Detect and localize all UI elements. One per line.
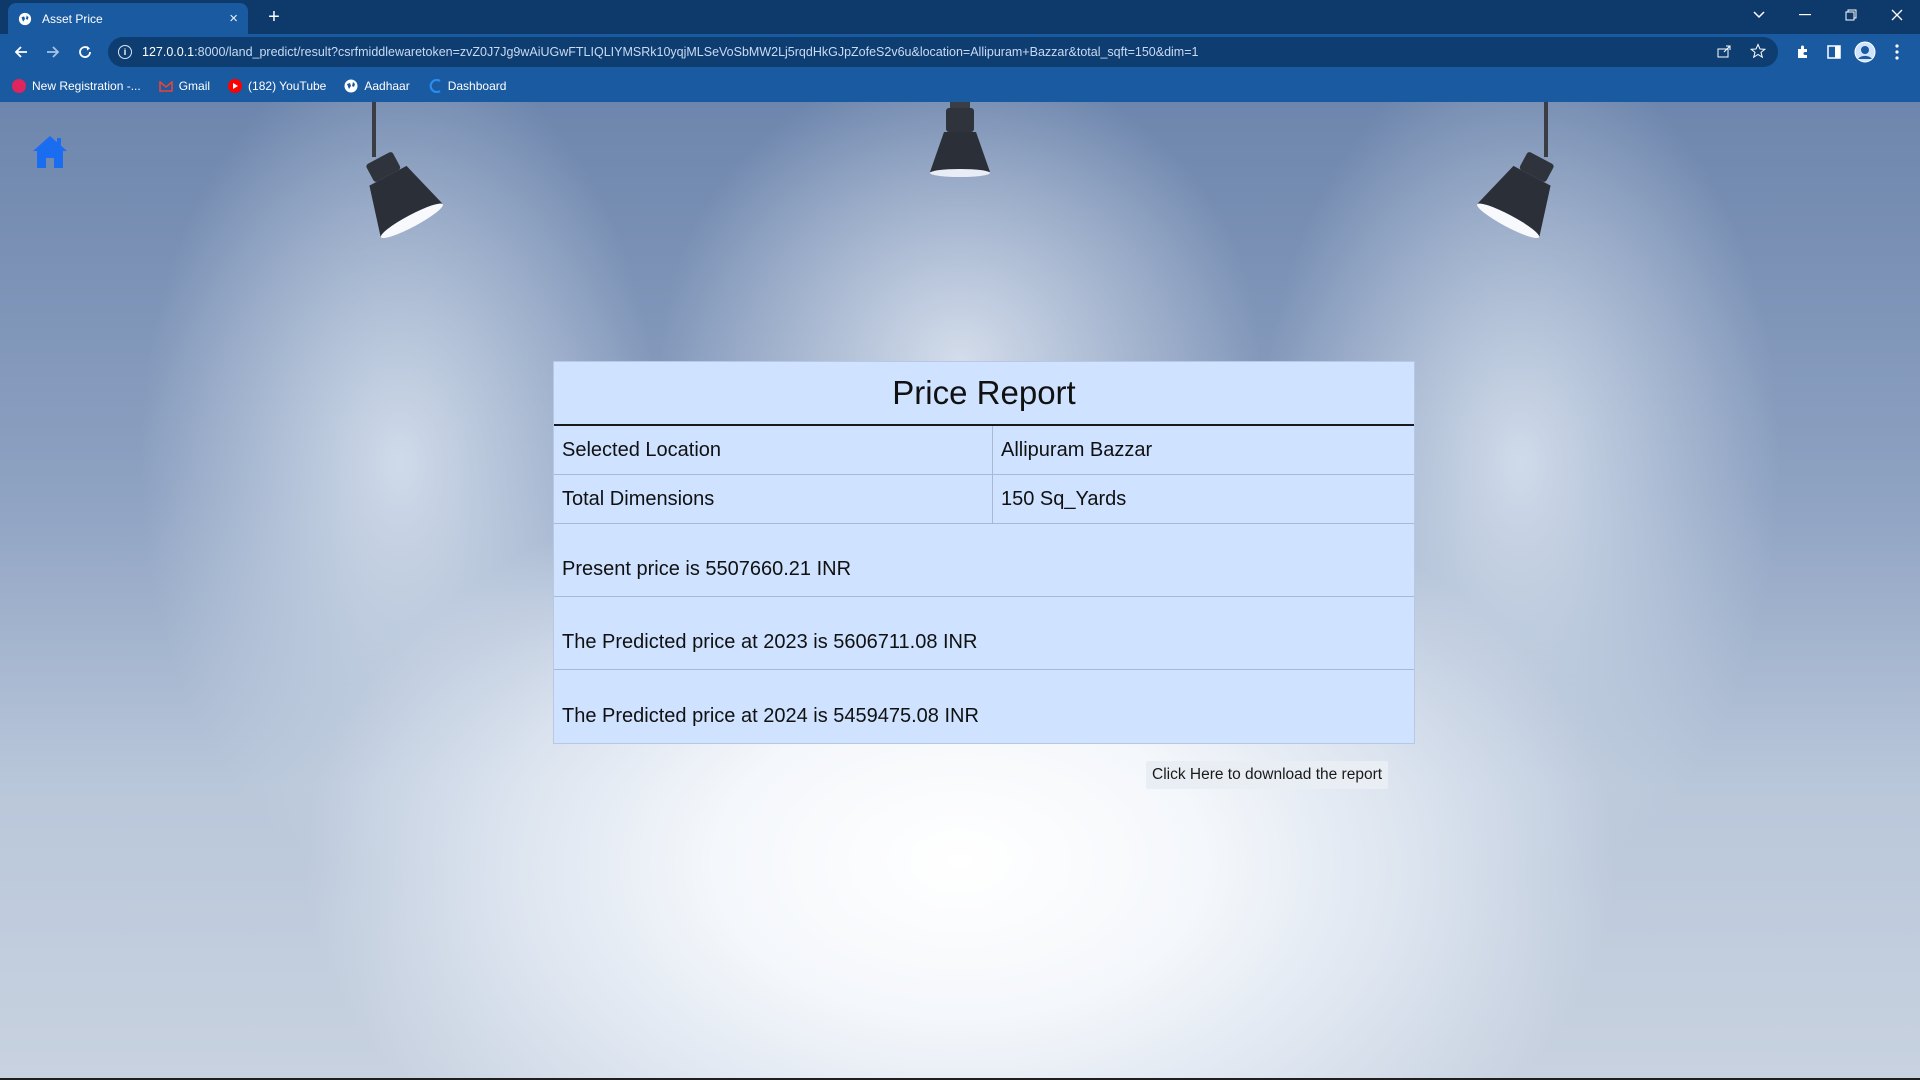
tab-title: Asset Price [42,11,103,26]
bookmark-label: Gmail [178,79,211,93]
bookmark-dashboard[interactable]: Dashboard [428,79,507,93]
share-icon[interactable] [1716,43,1732,59]
bookmark-label: (182) YouTube [248,79,327,93]
tab-close-icon[interactable]: × [229,10,238,27]
menu-kebab-icon[interactable] [1886,41,1908,63]
forward-icon[interactable] [40,39,66,65]
url-host: 127.0.0.1 [142,45,195,59]
bookmark-label: Aadhaar [364,79,410,93]
spotlight-center [930,102,990,177]
location-label: Selected Location [554,426,993,474]
report-title: Price Report [554,362,1414,426]
page-viewport: Price Report Selected Location Allipuram… [0,102,1920,1078]
close-window-icon[interactable] [1874,0,1920,30]
bookmark-star-icon[interactable] [1750,43,1766,59]
youtube-icon [228,79,243,93]
globe-icon [18,12,32,25]
home-icon[interactable] [30,132,70,172]
browser-title-bar: Asset Price × + [0,0,1920,34]
bookmarks-bar: New Registration -... Gmail (182) YouTub… [0,70,1920,102]
globe-icon [344,79,358,93]
extensions-icon[interactable] [1792,41,1814,63]
location-value: Allipuram Bazzar [1001,438,1153,461]
bookmark-label: Dashboard [447,79,507,93]
side-panel-icon[interactable] [1823,41,1845,63]
site-info-icon[interactable]: i [118,45,132,59]
restore-icon[interactable] [1828,0,1874,30]
browser-tab-active[interactable]: Asset Price × [8,3,248,34]
registration-icon [12,79,26,93]
tab-search-icon[interactable] [1736,0,1782,30]
url-path: :8000/land_predict/result?csrfmiddleware… [194,45,1199,59]
present-price-row: Present price is 5507660.21 INR [554,524,1414,597]
table-row-dimensions: Total Dimensions 150 Sq_Yards [554,475,1414,524]
predicted-2023-row: The Predicted price at 2023 is 5606711.0… [554,597,1414,670]
spotlight-left [366,102,443,239]
dimensions-label: Total Dimensions [554,475,993,523]
address-bar[interactable]: i 127.0.0.1:8000/land_predict/result?csr… [108,37,1778,67]
bookmark-gmail[interactable]: Gmail [158,79,211,93]
profile-avatar-icon[interactable] [1854,41,1876,63]
gmail-icon [158,80,173,92]
dimensions-value: 150 Sq_Yards [1001,487,1127,510]
bookmark-aadhaar[interactable]: Aadhaar [344,79,410,93]
dashboard-icon [429,79,441,93]
new-tab-button[interactable]: + [260,4,288,30]
download-report-link[interactable]: Click Here to download the report [1146,761,1389,789]
bookmark-label: New Registration -... [32,79,141,93]
table-row-location: Selected Location Allipuram Bazzar [554,426,1414,475]
predicted-2024-row: The Predicted price at 2024 is 5459475.0… [562,705,979,727]
back-icon[interactable] [8,39,34,65]
spotlight-right [1477,102,1554,239]
browser-toolbar: i 127.0.0.1:8000/land_predict/result?csr… [0,34,1920,70]
price-report-table: Price Report Selected Location Allipuram… [553,361,1415,744]
minimize-icon[interactable] [1782,0,1828,30]
bookmark-youtube[interactable]: (182) YouTube [228,79,326,93]
bookmark-new-registration[interactable]: New Registration -... [12,79,141,93]
reload-icon[interactable] [72,39,98,65]
